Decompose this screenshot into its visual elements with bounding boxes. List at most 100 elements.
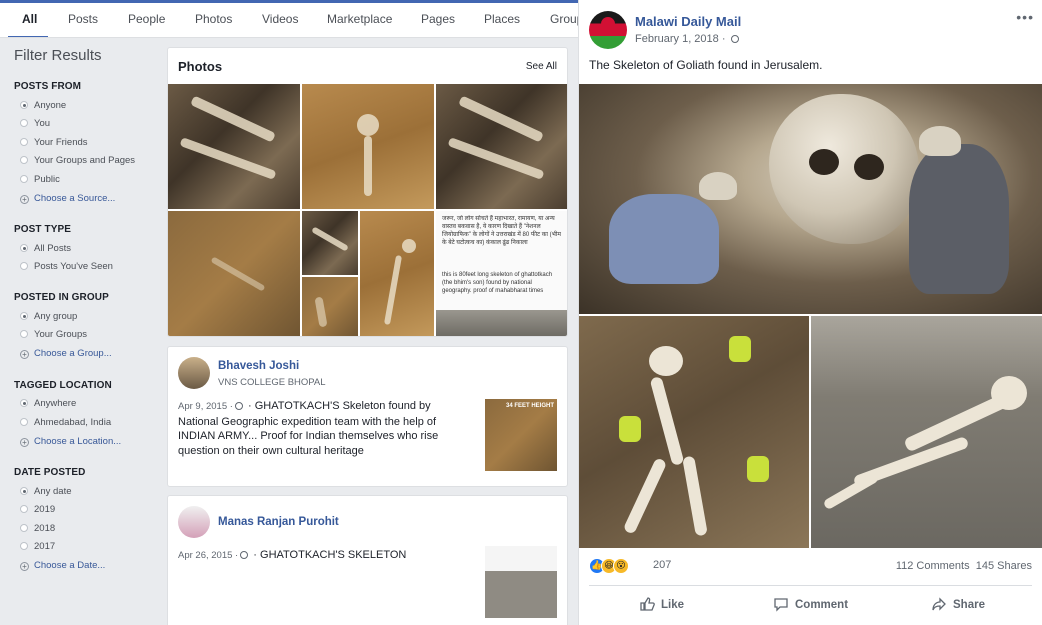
plus-icon: + [20, 350, 29, 359]
comment-button[interactable]: Comment [773, 596, 848, 612]
radio-icon [20, 399, 28, 407]
tab-places[interactable]: Places [484, 12, 520, 26]
radio-icon [20, 138, 28, 146]
radio-icon [20, 244, 28, 252]
post-text: Apr 9, 2015 · · GHATOTKACH'S Skeleton fo… [178, 400, 439, 457]
filter-option-anyone[interactable]: Anyone [20, 100, 66, 111]
globe-icon [240, 551, 249, 559]
post-text: Apr 26, 2015 · · GHATOTKACH'S SKELETON [178, 549, 407, 561]
tab-pages[interactable]: Pages [421, 12, 455, 26]
section-date-posted: DATE POSTED [14, 467, 86, 478]
tab-marketplace[interactable]: Marketplace [327, 12, 392, 26]
tab-videos[interactable]: Videos [262, 12, 298, 26]
radio-icon [20, 156, 28, 164]
post-thumbnail[interactable] [485, 546, 557, 618]
search-tabs-bar: All Posts People Photos Videos Marketpla… [0, 0, 578, 38]
radio-icon [20, 542, 28, 550]
post-date[interactable]: Apr 26, 2015 · [178, 550, 238, 561]
filter-option-your-groups-pages[interactable]: Your Groups and Pages [20, 155, 135, 166]
filter-option-2018[interactable]: 2018 [20, 523, 55, 534]
photo-thumbnail[interactable] [168, 84, 300, 209]
section-tagged-location: TAGGED LOCATION [14, 380, 112, 391]
tab-posts[interactable]: Posts [68, 12, 98, 26]
avatar[interactable] [178, 357, 210, 389]
filter-option-2019[interactable]: 2019 [20, 504, 55, 515]
filter-option-public[interactable]: Public [20, 174, 60, 185]
more-options-icon[interactable]: ••• [1016, 9, 1034, 25]
photo-thumbnail[interactable] [302, 277, 358, 336]
post-author[interactable]: Manas Ranjan Purohit [218, 516, 339, 528]
post-photo-right[interactable] [811, 316, 1042, 548]
choose-date-link[interactable]: + Choose a Date... [20, 560, 105, 571]
note-caption: this is 80feet long skeleton of ghattotk… [442, 272, 553, 295]
search-result-post: Bhavesh Joshi VNS COLLEGE BHOPAL Apr 9, … [167, 346, 568, 487]
globe-icon [234, 402, 243, 410]
like-icon [640, 597, 655, 611]
filter-option-2017[interactable]: 2017 [20, 541, 55, 552]
post-date[interactable]: Apr 9, 2015 · [178, 401, 233, 412]
page-avatar-malawi-flag[interactable] [589, 11, 627, 49]
filter-option-anywhere[interactable]: Anywhere [20, 398, 76, 409]
radio-icon [20, 524, 28, 532]
post-date[interactable]: February 1, 2018 · [635, 33, 741, 45]
radio-icon [20, 175, 28, 183]
tab-groups[interactable]: Groups [550, 12, 578, 26]
post-photo-main[interactable] [579, 84, 1042, 314]
choose-source-link[interactable]: + Choose a Source... [20, 193, 115, 204]
post-author-subtitle: VNS COLLEGE BHOPAL [218, 377, 326, 388]
filter-option-all-posts[interactable]: All Posts [20, 243, 71, 254]
filter-option-any-group[interactable]: Any group [20, 311, 77, 322]
radio-icon [20, 330, 28, 338]
section-posted-in-group: POSTED IN GROUP [14, 292, 109, 303]
filter-title: Filter Results [14, 47, 102, 64]
photo-thumbnail[interactable] [168, 211, 300, 336]
radio-icon [20, 101, 28, 109]
radio-icon [20, 262, 28, 270]
radio-icon [20, 487, 28, 495]
filter-option-you[interactable]: You [20, 118, 50, 129]
shares-count[interactable]: 145 Shares [976, 560, 1032, 572]
filter-option-your-friends[interactable]: Your Friends [20, 137, 88, 148]
tab-all[interactable]: All [22, 12, 37, 26]
see-all-link[interactable]: See All [526, 61, 557, 72]
photo-thumbnail-note[interactable]: जरूर, जो लोग सोचते हैं महाभारत, रामायण, … [436, 211, 567, 336]
radio-icon [20, 312, 28, 320]
post-stats: 112 Comments 145 Shares [896, 560, 1032, 572]
main-post: Malawi Daily Mail February 1, 2018 · •••… [578, 0, 1042, 625]
photo-thumbnail[interactable] [436, 84, 567, 209]
plus-icon: + [20, 562, 29, 571]
search-result-post: Manas Ranjan Purohit Apr 26, 2015 · · GH… [167, 495, 568, 625]
comments-count[interactable]: 112 Comments [896, 560, 970, 572]
choose-group-link[interactable]: + Choose a Group... [20, 348, 112, 359]
photos-results-card: Photos See All जरूर, जो लोग सोचते हैं मह… [167, 47, 568, 337]
plus-icon: + [20, 195, 29, 204]
post-author[interactable]: Malawi Daily Mail [635, 14, 741, 29]
like-button[interactable]: Like [639, 596, 684, 612]
post-author[interactable]: Bhavesh Joshi [218, 360, 299, 372]
filter-option-posts-seen[interactable]: Posts You've Seen [20, 261, 113, 272]
avatar[interactable] [178, 506, 210, 538]
post-photo-left[interactable] [579, 316, 809, 548]
choose-location-link[interactable]: + Choose a Location... [20, 436, 121, 447]
photo-thumbnail[interactable] [302, 84, 434, 209]
filter-option-your-groups[interactable]: Your Groups [20, 329, 87, 340]
divider [589, 585, 1032, 586]
tab-photos[interactable]: Photos [195, 12, 232, 26]
share-button[interactable]: Share [931, 596, 985, 612]
section-posts-from: POSTS FROM [14, 81, 82, 92]
share-icon [932, 597, 946, 611]
filter-option-ahmedabad[interactable]: Ahmedabad, India [20, 417, 111, 428]
reaction-count: 207 [653, 559, 672, 571]
filter-option-any-date[interactable]: Any date [20, 486, 72, 497]
photo-thumbnail[interactable] [360, 211, 434, 336]
filter-sidebar: Filter Results POSTS FROM Anyone You You… [0, 38, 160, 625]
photos-heading: Photos [178, 59, 223, 74]
globe-icon [730, 35, 739, 43]
post-thumbnail[interactable]: 34 FEET HEIGHT [485, 399, 557, 471]
radio-icon [20, 418, 28, 426]
section-post-type: POST TYPE [14, 224, 72, 235]
tab-people[interactable]: People [128, 12, 165, 26]
plus-icon: + [20, 438, 29, 447]
radio-icon [20, 119, 28, 127]
photo-thumbnail[interactable] [302, 211, 358, 275]
